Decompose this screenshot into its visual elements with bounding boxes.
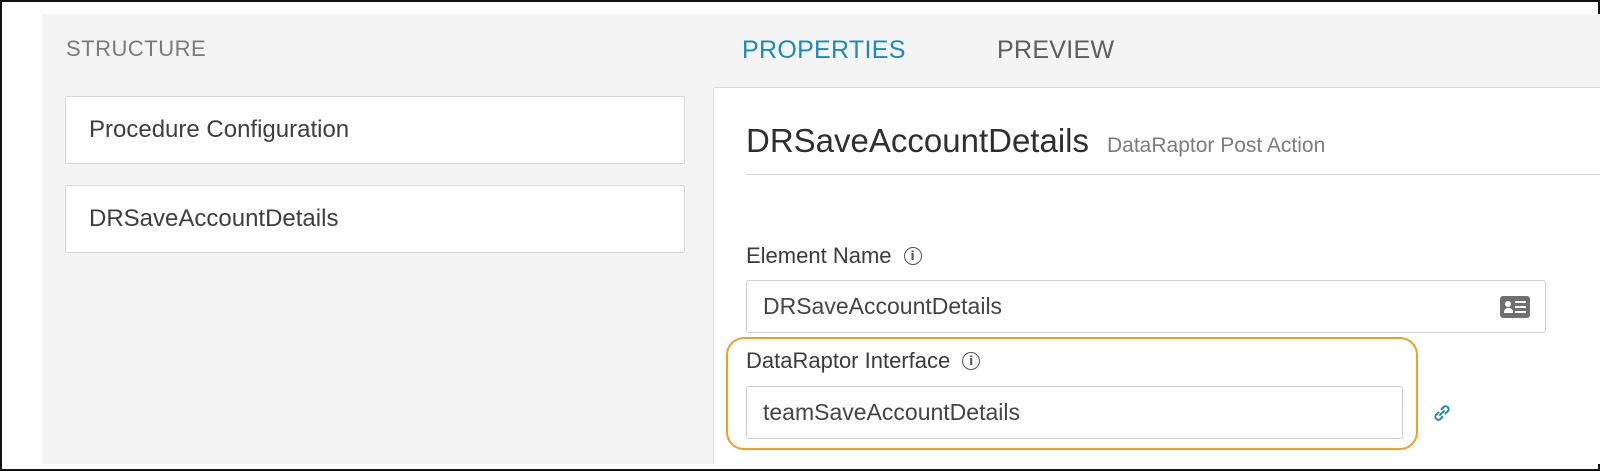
- structure-item-label: Procedure Configuration: [89, 116, 350, 143]
- structure-heading: STRUCTURE: [66, 36, 207, 61]
- dataraptor-interface-label: DataRaptor Interface i: [746, 348, 981, 374]
- element-name-label: Element Name i: [746, 243, 922, 269]
- properties-panel: DRSaveAccountDetails DataRaptor Post Act…: [713, 87, 1600, 464]
- element-name-input[interactable]: [746, 280, 1546, 333]
- dataraptor-interface-input[interactable]: [746, 386, 1403, 439]
- info-icon[interactable]: i: [962, 352, 981, 370]
- structure-item-label: DRSaveAccountDetails: [89, 205, 339, 232]
- tab-properties[interactable]: PROPERTIES: [742, 36, 906, 65]
- element-name-label-text: Element Name: [746, 243, 892, 268]
- structure-item-drsaveaccountdetails[interactable]: DRSaveAccountDetails: [65, 185, 685, 253]
- screenshot-frame: STRUCTURE Procedure Configuration DRSave…: [0, 0, 1600, 471]
- divider: [746, 174, 1600, 175]
- link-icon[interactable]: [1431, 402, 1453, 424]
- tab-preview[interactable]: PREVIEW: [997, 36, 1114, 65]
- omniscript-designer: STRUCTURE Procedure Configuration DRSave…: [42, 14, 1600, 464]
- dataraptor-interface-label-text: DataRaptor Interface: [746, 348, 951, 373]
- properties-title: DRSaveAccountDetails: [746, 122, 1089, 159]
- properties-header: DRSaveAccountDetails DataRaptor Post Act…: [746, 122, 1325, 160]
- structure-item-procedure-configuration[interactable]: Procedure Configuration: [65, 96, 685, 164]
- contact-card-icon[interactable]: [1500, 296, 1530, 318]
- info-icon[interactable]: i: [903, 247, 922, 265]
- properties-subtitle: DataRaptor Post Action: [1107, 134, 1326, 157]
